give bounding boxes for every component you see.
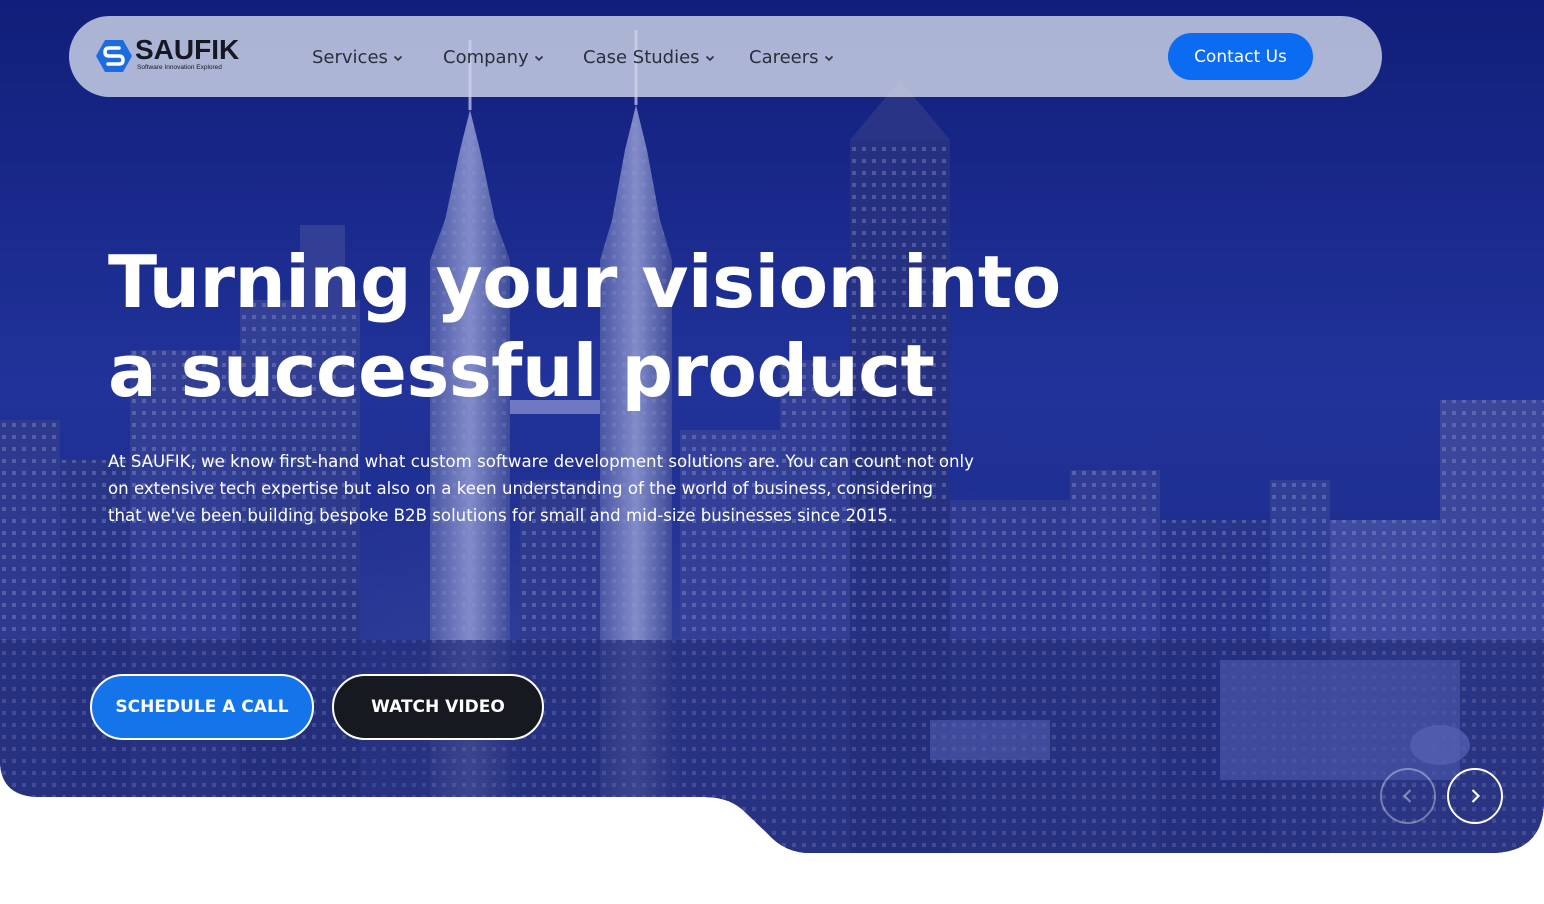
hero-headline-line: a successful product — [108, 329, 935, 413]
chevron-left-icon — [1402, 789, 1412, 803]
hero-headline: Turning your vision into a successful pr… — [108, 238, 1061, 416]
hero-intro: At SAUFIK, we know first-hand what custo… — [108, 448, 1008, 529]
brand-logo-mark-icon — [96, 40, 132, 72]
nav-item-company[interactable]: Company — [443, 45, 544, 69]
hero-headline-line: Turning your vision into — [108, 240, 1061, 324]
chevron-down-icon — [393, 55, 402, 62]
watch-video-button[interactable]: WATCH VIDEO — [332, 674, 544, 740]
brand-tagline: Software Innovation Explored — [137, 64, 222, 71]
hero-intro-line: At SAUFIK, we know first-hand what custo… — [108, 452, 974, 471]
chevron-down-icon — [824, 55, 833, 62]
page: SAUFIK Software Innovation Explored Serv… — [0, 0, 1544, 904]
hero-intro-line: that we've been building bespoke B2B sol… — [108, 506, 894, 525]
nav-item-label: Careers — [749, 46, 819, 68]
nav-item-careers[interactable]: Careers — [749, 45, 834, 69]
brand-logo[interactable]: SAUFIK Software Innovation Explored — [96, 34, 256, 74]
brand-name: SAUFIK — [135, 34, 240, 65]
nav-item-services[interactable]: Services — [312, 45, 403, 69]
slider-prev-button[interactable] — [1380, 768, 1436, 824]
schedule-call-button[interactable]: SCHEDULE A CALL — [90, 674, 314, 740]
slider-next-button[interactable] — [1447, 768, 1503, 824]
chevron-down-icon — [534, 55, 543, 62]
nav-item-label: Case Studies — [583, 46, 700, 68]
contact-us-button[interactable]: Contact Us — [1168, 33, 1313, 80]
navbar: SAUFIK Software Innovation Explored Serv… — [69, 16, 1382, 97]
chevron-right-icon — [1471, 789, 1481, 803]
nav-item-label: Company — [443, 46, 529, 68]
chevron-down-icon — [705, 55, 714, 62]
nav-item-case-studies[interactable]: Case Studies — [583, 45, 715, 69]
hero-intro-line: on extensive tech expertise but also on … — [108, 479, 934, 498]
nav-item-label: Services — [312, 46, 388, 68]
